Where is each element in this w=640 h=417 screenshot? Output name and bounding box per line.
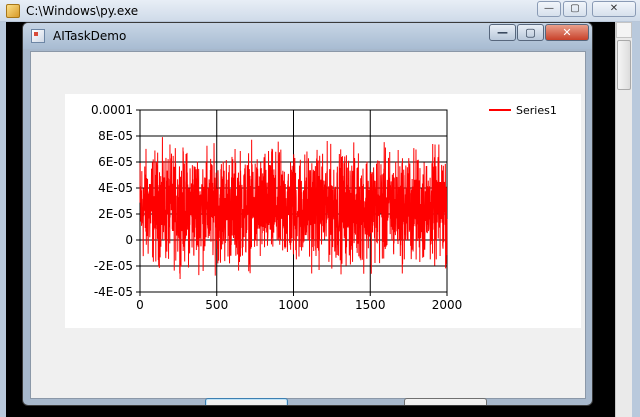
y-tick-label: 4E-05 <box>98 181 133 195</box>
close-icon: ✕ <box>609 3 619 14</box>
x-tick-label: 1500 <box>355 298 386 312</box>
y-tick-label: 0 <box>125 233 133 247</box>
app-window-icon <box>31 29 45 43</box>
y-tick-label: 8E-05 <box>98 129 133 143</box>
minimize-icon: — <box>497 26 508 39</box>
app-close-button[interactable]: ✕ <box>545 24 589 41</box>
start-button[interactable]: 开始 <box>205 398 288 405</box>
y-tick-label: -4E-05 <box>94 285 133 299</box>
console-maximize-button[interactable]: ▢ <box>563 1 587 17</box>
minimize-icon: — <box>544 3 554 14</box>
console-minimize-button[interactable]: — <box>537 1 561 17</box>
line-chart: 0 500 1000 1500 2000 0.0001 8E-05 6E-05 4E-05 2E-… <box>91 103 557 312</box>
y-tick-label: -2E-05 <box>94 259 133 273</box>
y-tick-label: 0.0001 <box>91 103 133 117</box>
legend-label-series1: Series1 <box>516 104 557 117</box>
chart-area: 0 500 1000 1500 2000 0.0001 8E-05 6E-05 4E-05 2E-… <box>65 94 581 328</box>
app-titlebar[interactable]: AITaskDemo — ▢ ✕ <box>23 23 592 49</box>
console-title: C:\Windows\py.exe <box>26 4 139 18</box>
console-app-icon <box>6 4 20 18</box>
scroll-up-arrow-icon[interactable] <box>616 22 632 38</box>
close-icon: ✕ <box>562 26 572 39</box>
app-window: AITaskDemo — ▢ ✕ 0 500 1000 1500 2000 0.0001 8… <box>22 22 593 406</box>
console-titlebar[interactable]: C:\Windows\py.exe — ▢ ✕ <box>0 0 640 22</box>
maximize-icon: ▢ <box>570 3 580 14</box>
y-tick-label: 6E-05 <box>98 155 133 169</box>
console-frame-left <box>0 22 6 417</box>
x-tick-label: 1000 <box>278 298 309 312</box>
app-minimize-button[interactable]: — <box>489 24 516 41</box>
stop-button[interactable]: 停止 <box>404 398 487 405</box>
app-title: AITaskDemo <box>53 29 127 43</box>
x-tick-label: 0 <box>136 298 144 312</box>
scrollbar-thumb[interactable] <box>617 40 631 90</box>
app-maximize-button[interactable]: ▢ <box>517 24 544 41</box>
x-tick-label: 2000 <box>432 298 463 312</box>
x-tick-label: 500 <box>205 298 228 312</box>
console-frame-right <box>632 22 640 417</box>
y-tick-label: 2E-05 <box>98 207 133 221</box>
console-scrollbar[interactable] <box>615 22 632 417</box>
app-client-area: 0 500 1000 1500 2000 0.0001 8E-05 6E-05 4E-05 2E-… <box>30 51 586 405</box>
console-close-button[interactable]: ✕ <box>592 1 636 17</box>
maximize-icon: ▢ <box>525 26 536 39</box>
